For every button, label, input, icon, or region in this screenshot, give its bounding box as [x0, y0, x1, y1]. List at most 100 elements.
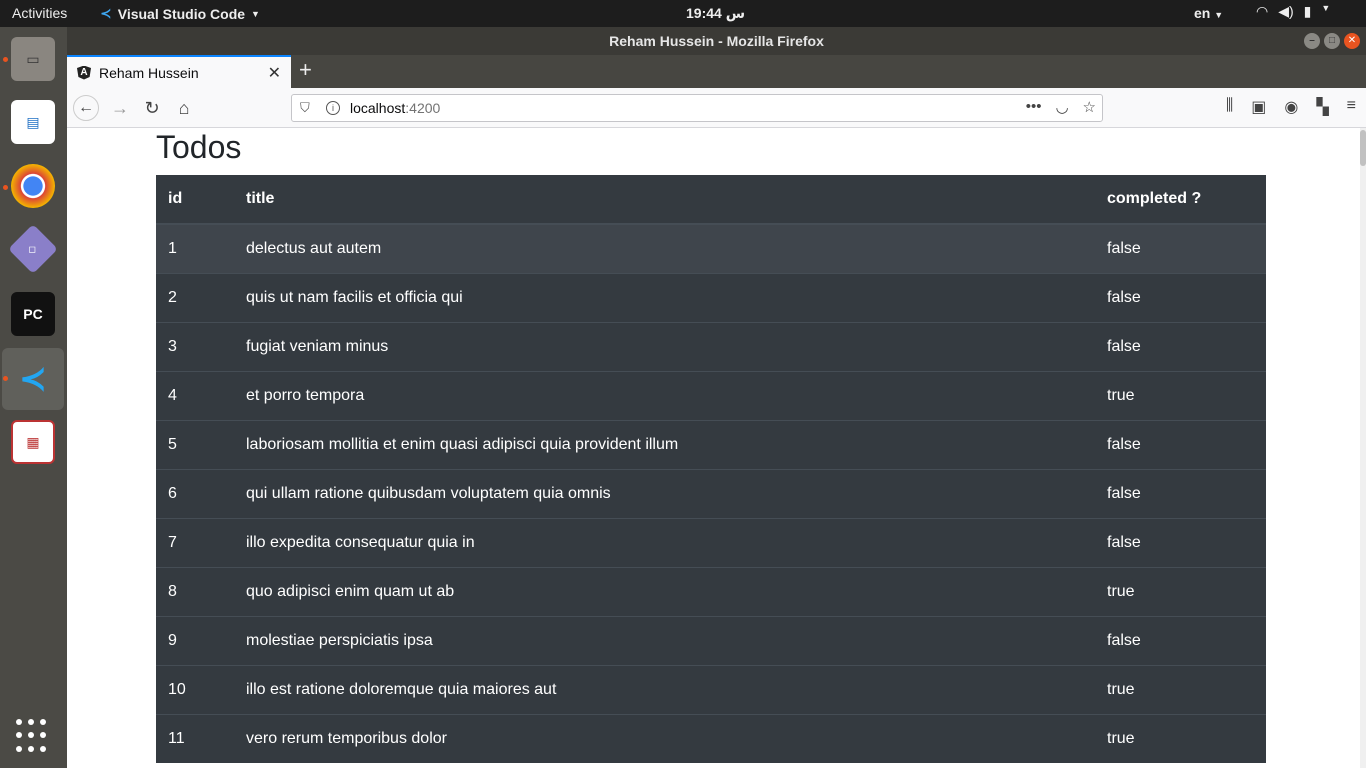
url-port: :4200	[405, 100, 441, 116]
app-menu[interactable]: ≺ Visual Studio Code ▼	[100, 5, 260, 22]
page-title: Todos	[156, 129, 242, 165]
forward-icon[interactable]: →	[107, 95, 133, 121]
files-icon[interactable]: ▭	[11, 37, 55, 81]
cell-id: 4	[156, 370, 234, 420]
column-header-completed: completed ?	[1095, 175, 1266, 225]
close-tab-icon[interactable]: ✕	[268, 63, 281, 83]
chevron-down-icon: ▼	[251, 8, 260, 19]
running-indicator	[3, 57, 8, 62]
table-row: 3 fugiat veniam minus false	[156, 321, 1266, 371]
table-row: 2 quis ut nam facilis et officia qui false	[156, 272, 1266, 322]
cell-completed: false	[1095, 419, 1266, 469]
cell-completed: false	[1095, 468, 1266, 518]
writer-icon[interactable]: ▤	[11, 100, 55, 144]
angular-favicon-icon: A	[77, 65, 91, 80]
window-controls: – □ ✕	[1304, 33, 1360, 49]
tab-active[interactable]: A Reham Hussein ✕	[67, 55, 291, 88]
cell-id: 1	[156, 223, 234, 273]
url-host: localhost	[350, 100, 406, 116]
cell-completed: true	[1095, 664, 1266, 714]
system-tray[interactable]: ◠ ◀) ▮ ▼	[1256, 3, 1330, 20]
cell-title: laboriosam mollitia et enim quasi adipis…	[234, 419, 1095, 469]
cell-id: 3	[156, 321, 234, 371]
language-label: en	[1194, 5, 1211, 21]
running-indicator	[3, 185, 8, 190]
tab-bar: A Reham Hussein ✕ +	[67, 55, 1366, 88]
gnome-top-bar: Activities ≺ Visual Studio Code ▼ س 19:4…	[0, 0, 1366, 27]
cell-title: fugiat veniam minus	[234, 321, 1095, 371]
table-row: 11 vero rerum temporibus dolor true	[156, 713, 1266, 763]
scrollbar-thumb[interactable]	[1360, 130, 1366, 166]
vertical-scrollbar[interactable]	[1360, 128, 1366, 768]
cell-id: 9	[156, 615, 234, 665]
cell-id: 2	[156, 272, 234, 322]
sidebar-icon[interactable]: ▣	[1251, 97, 1266, 117]
app-menu-label: Visual Studio Code	[117, 5, 246, 22]
cell-title: quis ut nam facilis et officia qui	[234, 272, 1095, 322]
language-indicator[interactable]: en ▼	[1194, 5, 1223, 21]
pycharm-icon[interactable]: PC	[11, 292, 55, 336]
cell-title: vero rerum temporibus dolor	[234, 713, 1095, 763]
cell-title: illo expedita consequatur quia in	[234, 517, 1095, 567]
firefox-window: Reham Hussein - Mozilla Firefox – □ ✕ A …	[67, 27, 1366, 768]
column-header-title: title	[234, 175, 1095, 225]
vscode-dock-icon[interactable]: ≺	[11, 357, 55, 401]
maximize-icon[interactable]: □	[1324, 33, 1340, 49]
activities-button[interactable]: Activities	[12, 5, 67, 21]
cell-id: 6	[156, 468, 234, 518]
navigation-toolbar: ← → ↻ ⌂ ⛉ i localhost :4200 ••• ◡ ☆ ⫼ ▣ …	[67, 88, 1366, 128]
show-applications-icon[interactable]	[16, 719, 50, 753]
close-window-icon[interactable]: ✕	[1344, 33, 1360, 49]
battery-icon: ▮	[1303, 3, 1312, 19]
dock: ▭ ▤ ◇ PC ≺ ▦	[0, 27, 67, 768]
todos-table: id title completed ? 1 delectus aut autem…	[156, 175, 1266, 763]
pocket-icon[interactable]: ◡	[1055, 98, 1068, 116]
tracking-protection-icon[interactable]: ⛉	[300, 100, 314, 116]
table-row: 1 delectus aut autem false	[156, 223, 1266, 273]
table-row: 6 qui ullam ratione quibusdam voluptatem …	[156, 468, 1266, 518]
page-actions-icon[interactable]: •••	[1026, 98, 1042, 116]
chevron-down-icon: ▼	[1321, 3, 1331, 13]
minimize-icon[interactable]: –	[1304, 33, 1320, 49]
cell-completed: true	[1095, 566, 1266, 616]
table-row: 8 quo adipisci enim quam ut ab true	[156, 566, 1266, 616]
chrome-icon[interactable]	[11, 164, 55, 208]
library-icon[interactable]: ⫼	[1226, 97, 1233, 117]
impress-icon[interactable]: ▦	[11, 420, 55, 464]
toolbar-right: ⫼ ▣ ◉ ▚ ≡	[1226, 97, 1356, 117]
account-icon[interactable]: ◉	[1284, 97, 1298, 117]
cell-id: 7	[156, 517, 234, 567]
cell-completed: false	[1095, 223, 1266, 273]
cell-title: molestiae perspiciatis ipsa	[234, 615, 1095, 665]
clock[interactable]: س 19:44	[686, 5, 745, 22]
table-row: 5 laboriosam mollitia et enim quasi adipi…	[156, 419, 1266, 469]
table-row: 9 molestiae perspiciatis ipsa false	[156, 615, 1266, 665]
back-icon[interactable]: ←	[73, 95, 99, 121]
cell-title: delectus aut autem	[234, 223, 1095, 273]
cell-id: 10	[156, 664, 234, 714]
cell-title: et porro tempora	[234, 370, 1095, 420]
cell-id: 8	[156, 566, 234, 616]
extensions-icon[interactable]: ▚	[1316, 97, 1328, 117]
site-info-icon[interactable]: i	[326, 101, 340, 115]
url-bar[interactable]: ⛉ i localhost :4200 ••• ◡ ☆	[291, 94, 1103, 122]
url-bar-actions: ••• ◡ ☆	[1026, 98, 1096, 116]
table-row: 7 illo expedita consequatur quia in false	[156, 517, 1266, 567]
table-row: 4 et porro tempora true	[156, 370, 1266, 420]
table-row: 10 illo est ratione doloremque quia maior…	[156, 664, 1266, 714]
reload-icon[interactable]: ↻	[139, 95, 165, 121]
home-icon[interactable]: ⌂	[171, 95, 197, 121]
cell-title: quo adipisci enim quam ut ab	[234, 566, 1095, 616]
new-tab-icon[interactable]: +	[299, 57, 312, 83]
column-header-id: id	[156, 175, 234, 225]
sublime-icon[interactable]: ◇	[8, 224, 58, 274]
table-header-row: id title completed ?	[156, 175, 1266, 225]
menu-icon[interactable]: ≡	[1347, 97, 1356, 117]
running-indicator	[3, 376, 8, 381]
cell-completed: false	[1095, 517, 1266, 567]
bookmark-star-icon[interactable]: ☆	[1083, 98, 1096, 116]
cell-title: illo est ratione doloremque quia maiores…	[234, 664, 1095, 714]
cell-completed: true	[1095, 713, 1266, 763]
chevron-down-icon: ▼	[1214, 10, 1224, 20]
cell-completed: false	[1095, 321, 1266, 371]
